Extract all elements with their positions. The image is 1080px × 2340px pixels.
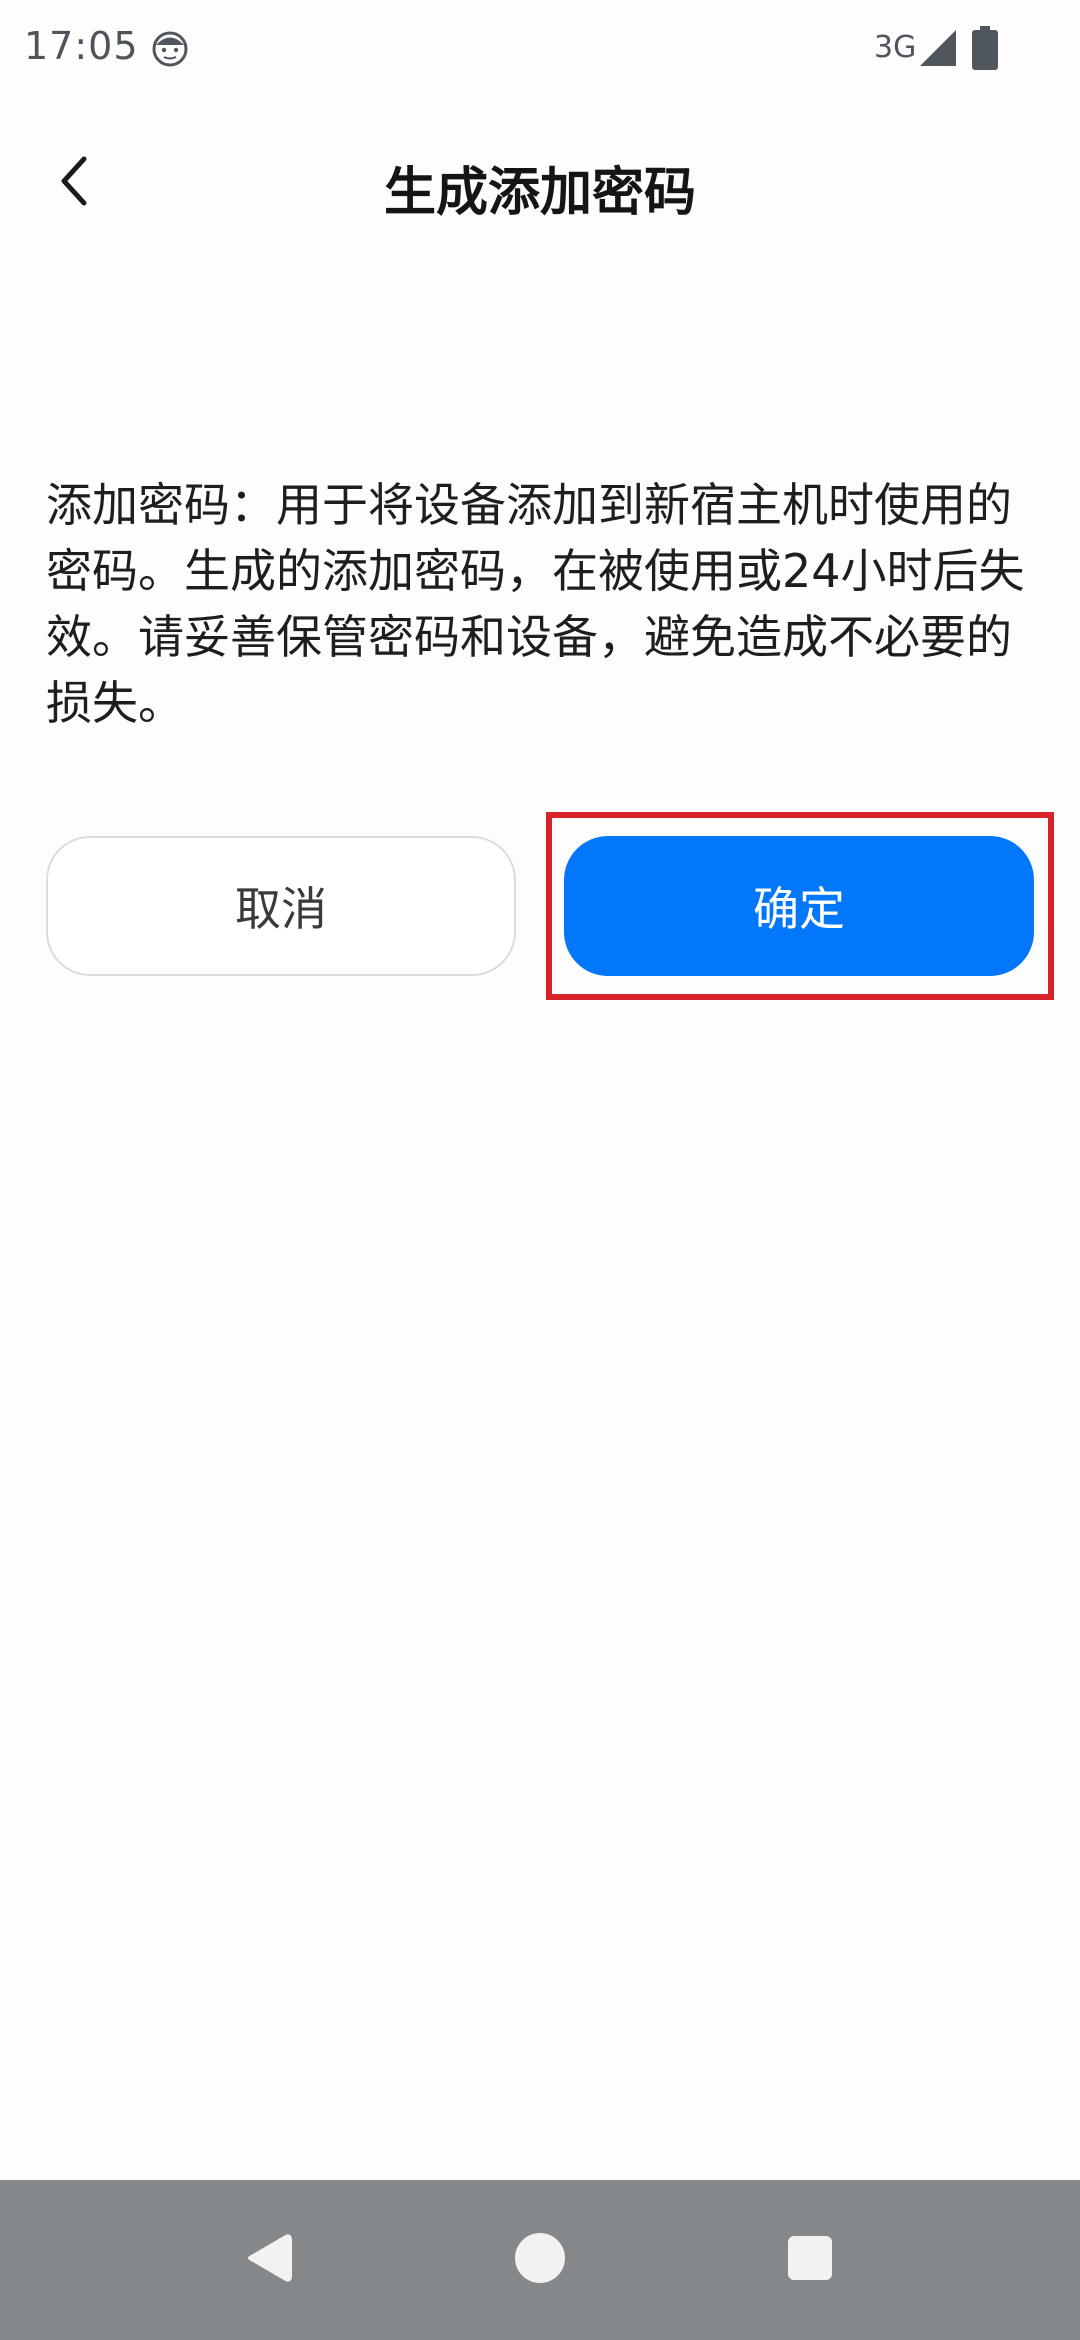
navigation-bar (0, 2180, 1080, 2340)
face-notification-icon (150, 28, 190, 68)
back-button[interactable] (44, 148, 104, 218)
chevron-left-icon (56, 153, 92, 213)
nav-back-button[interactable] (228, 2220, 308, 2300)
nav-back-icon (242, 2231, 294, 2289)
signal-icon (918, 28, 958, 68)
battery-icon (972, 26, 998, 70)
nav-recents-icon (786, 2234, 834, 2286)
network-type-label: 3G (874, 30, 917, 65)
status-time: 17:05 (24, 24, 139, 68)
cancel-button[interactable]: 取消 (46, 836, 516, 976)
nav-home-icon (513, 2231, 567, 2289)
screen: 17:05 3G 生成添加密码 添加密码：用于将设备添加到新宿主机时使用的密码。… (0, 0, 1080, 2340)
description-text: 添加密码：用于将设备添加到新宿主机时使用的密码。生成的添加密码，在被使用或24小… (46, 478, 1025, 730)
page-title: 生成添加密码 (383, 163, 696, 223)
status-bar: 17:05 3G (0, 0, 1080, 100)
nav-recents-button[interactable] (770, 2220, 850, 2300)
app-bar: 生成添加密码 (0, 130, 1080, 240)
confirm-button[interactable]: 确定 (564, 836, 1034, 976)
nav-home-button[interactable] (500, 2220, 580, 2300)
